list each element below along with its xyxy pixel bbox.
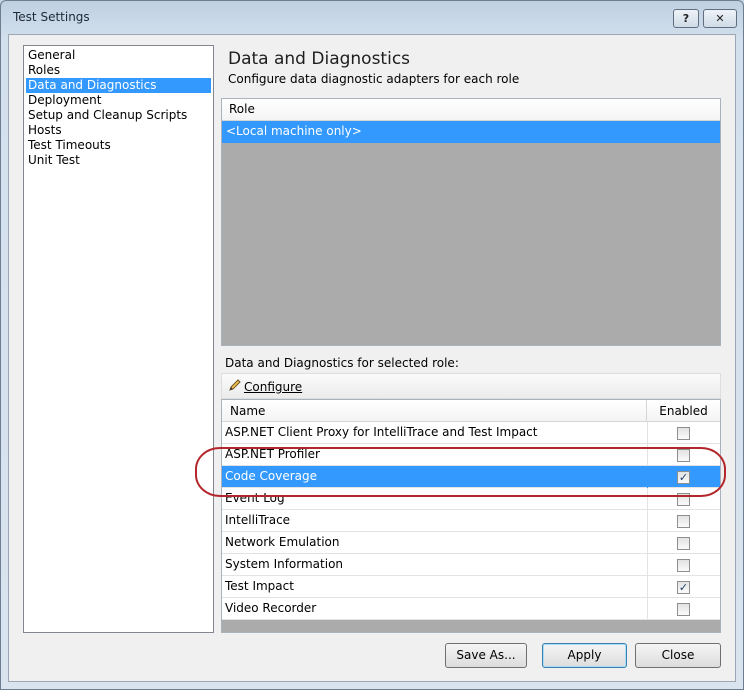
column-divider: [647, 532, 648, 554]
role-grid[interactable]: Role <Local machine only>: [221, 98, 721, 346]
apply-button[interactable]: Apply: [542, 643, 627, 668]
adapters-grid[interactable]: Name Enabled ASP.NET Client Proxy for In…: [221, 399, 721, 633]
nav-item-hosts[interactable]: Hosts: [26, 123, 211, 138]
save-as-label: Save As...: [456, 648, 516, 662]
settings-nav-list[interactable]: General Roles Data and Diagnostics Deplo…: [23, 45, 214, 633]
adapter-name: Event Log: [225, 491, 285, 505]
adapter-row[interactable]: Code Coverage: [222, 466, 720, 488]
enabled-checkbox[interactable]: [677, 427, 690, 440]
window-title: Test Settings: [13, 10, 90, 24]
adapter-row[interactable]: Event Log: [222, 488, 720, 510]
nav-item-general[interactable]: General: [26, 48, 211, 63]
close-window-button[interactable]: ✕: [703, 9, 737, 28]
enabled-checkbox[interactable]: [677, 515, 690, 528]
adapter-row[interactable]: Network Emulation: [222, 532, 720, 554]
adapter-name: Code Coverage: [225, 469, 318, 483]
configure-label: Configure: [244, 380, 303, 394]
page-title: Data and Diagnostics: [228, 49, 411, 69]
adapters-section-label: Data and Diagnostics for selected role:: [225, 356, 459, 370]
role-column-header[interactable]: Role: [222, 99, 720, 121]
adapter-name: Test Impact: [225, 579, 294, 593]
column-divider: [647, 510, 648, 532]
enabled-checkbox[interactable]: [677, 603, 690, 616]
adapter-row[interactable]: ASP.NET Profiler: [222, 444, 720, 466]
title-bar[interactable]: Test Settings ? ✕: [1, 1, 743, 35]
nav-item-data-and-diagnostics[interactable]: Data and Diagnostics: [26, 78, 211, 93]
apply-label: Apply: [567, 648, 602, 662]
adapter-name: ASP.NET Client Proxy for IntelliTrace an…: [225, 425, 538, 439]
adapter-row[interactable]: IntelliTrace: [222, 510, 720, 532]
configure-button[interactable]: Configure: [224, 377, 306, 397]
enabled-checkbox[interactable]: [677, 537, 690, 550]
enabled-checkbox[interactable]: [677, 449, 690, 462]
close-button[interactable]: Close: [635, 643, 721, 668]
adapter-row[interactable]: System Information: [222, 554, 720, 576]
enabled-checkbox[interactable]: [677, 559, 690, 572]
enabled-checkbox[interactable]: [677, 581, 690, 594]
save-as-button[interactable]: Save As...: [445, 643, 527, 668]
nav-item-roles[interactable]: Roles: [26, 63, 211, 78]
adapter-name: Network Emulation: [225, 535, 340, 549]
column-divider: [647, 598, 648, 620]
enabled-checkbox[interactable]: [677, 493, 690, 506]
column-divider: [647, 576, 648, 598]
column-divider: [647, 422, 648, 444]
help-button[interactable]: ?: [673, 9, 699, 28]
column-divider: [647, 488, 648, 510]
adapters-grid-header: Name Enabled: [222, 400, 720, 422]
nav-item-unit-test[interactable]: Unit Test: [26, 153, 211, 168]
adapter-name: IntelliTrace: [225, 513, 291, 527]
adapter-name: Video Recorder: [225, 601, 317, 615]
adapter-name: System Information: [225, 557, 344, 571]
nav-item-deployment[interactable]: Deployment: [26, 93, 211, 108]
enabled-checkbox[interactable]: [677, 471, 690, 484]
adapter-row[interactable]: ASP.NET Client Proxy for IntelliTrace an…: [222, 422, 720, 444]
role-row-local-machine[interactable]: <Local machine only>: [222, 121, 720, 143]
dialog-body: General Roles Data and Diagnostics Deplo…: [8, 34, 736, 682]
adapter-row[interactable]: Video Recorder: [222, 598, 720, 620]
column-divider: [647, 554, 648, 576]
nav-item-setup-and-cleanup-scripts[interactable]: Setup and Cleanup Scripts: [26, 108, 211, 123]
adapter-row[interactable]: Test Impact: [222, 576, 720, 598]
column-divider: [647, 444, 648, 466]
close-label: Close: [661, 648, 695, 662]
name-column-header[interactable]: Name: [222, 400, 647, 422]
page-subtitle: Configure data diagnostic adapters for e…: [228, 72, 520, 86]
adapters-toolbar: Configure: [221, 373, 721, 399]
test-settings-window: Test Settings ? ✕ General Roles Data and…: [0, 0, 744, 690]
adapter-name: ASP.NET Profiler: [225, 447, 320, 461]
pencil-icon: [228, 378, 242, 398]
enabled-column-header[interactable]: Enabled: [647, 400, 720, 422]
nav-item-test-timeouts[interactable]: Test Timeouts: [26, 138, 211, 153]
column-divider: [647, 466, 648, 488]
